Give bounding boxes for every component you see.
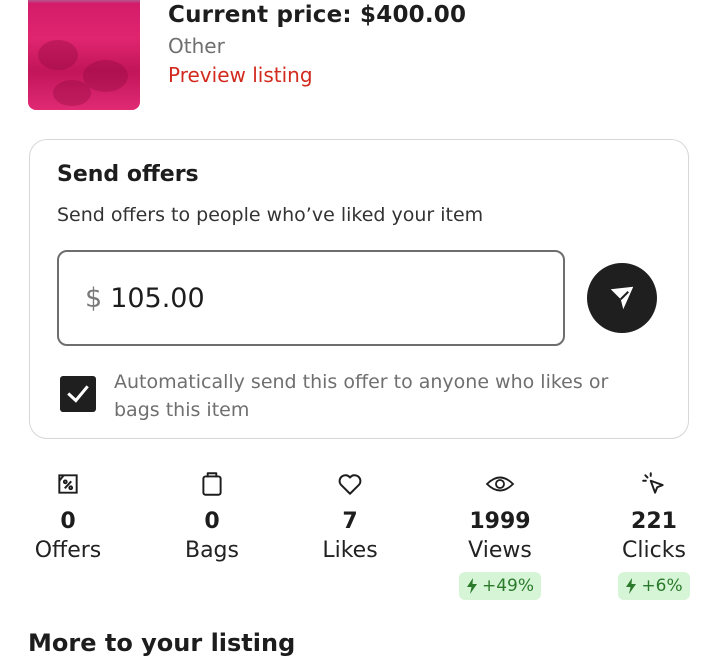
send-offers-title: Send offers — [57, 162, 199, 187]
offer-price-input[interactable]: $ 105.00 — [57, 250, 565, 346]
clicks-change-badge: +6% — [618, 572, 690, 600]
bags-label: Bags — [184, 538, 239, 563]
offers-count: 0 — [60, 509, 76, 534]
auto-send-checkbox[interactable] — [60, 376, 96, 412]
likes-count: 7 — [342, 509, 358, 534]
send-offers-subtitle: Send offers to people who’ve liked your … — [57, 204, 484, 226]
auto-send-label: Automatically send this offer to anyone … — [114, 371, 609, 421]
send-offers-card: Send offers Send offers to people who’ve… — [29, 139, 689, 439]
listing-stats: 0 Offers 0 Bags 7 Likes 1999 Views +49% … — [0, 468, 720, 608]
offer-percent-icon — [58, 474, 78, 494]
brand-label: Other — [168, 34, 225, 58]
clicks-label: Clicks — [622, 538, 686, 563]
listing-info: Current price: $400.00 Other Preview lis… — [168, 0, 466, 90]
stat-likes: 7 Likes — [285, 468, 415, 566]
send-offer-button[interactable] — [587, 263, 657, 333]
bag-icon — [202, 472, 222, 496]
bags-count: 0 — [204, 509, 220, 534]
more-section-heading: More to your listing — [28, 629, 296, 657]
clicks-change: +6% — [641, 576, 683, 596]
currency-symbol: $ — [85, 282, 103, 314]
stat-views: 1999 Views +49% — [435, 468, 565, 600]
views-label: Views — [468, 538, 532, 563]
offer-price-value[interactable]: 105.00 — [110, 283, 204, 314]
current-price: Current price: $400.00 — [168, 2, 467, 28]
lightning-icon — [626, 578, 637, 594]
listing-thumbnail — [28, 0, 140, 110]
stat-bags: 0 Bags — [147, 468, 277, 566]
views-change-badge: +49% — [458, 572, 542, 600]
stat-offers: 0 Offers — [3, 468, 133, 566]
offers-label: Offers — [34, 538, 102, 563]
send-icon — [610, 286, 634, 310]
lightning-icon — [466, 578, 477, 594]
likes-label: Likes — [322, 538, 378, 563]
eye-icon — [485, 476, 515, 492]
views-count: 1999 — [469, 509, 531, 534]
clicks-count: 221 — [631, 509, 677, 534]
checkmark-icon — [67, 385, 89, 403]
cursor-click-icon — [642, 472, 664, 494]
stat-clicks: 221 Clicks +6% — [589, 468, 719, 600]
preview-listing-link[interactable]: Preview listing — [168, 60, 313, 90]
views-change: +49% — [481, 576, 535, 596]
heart-icon — [338, 474, 362, 495]
